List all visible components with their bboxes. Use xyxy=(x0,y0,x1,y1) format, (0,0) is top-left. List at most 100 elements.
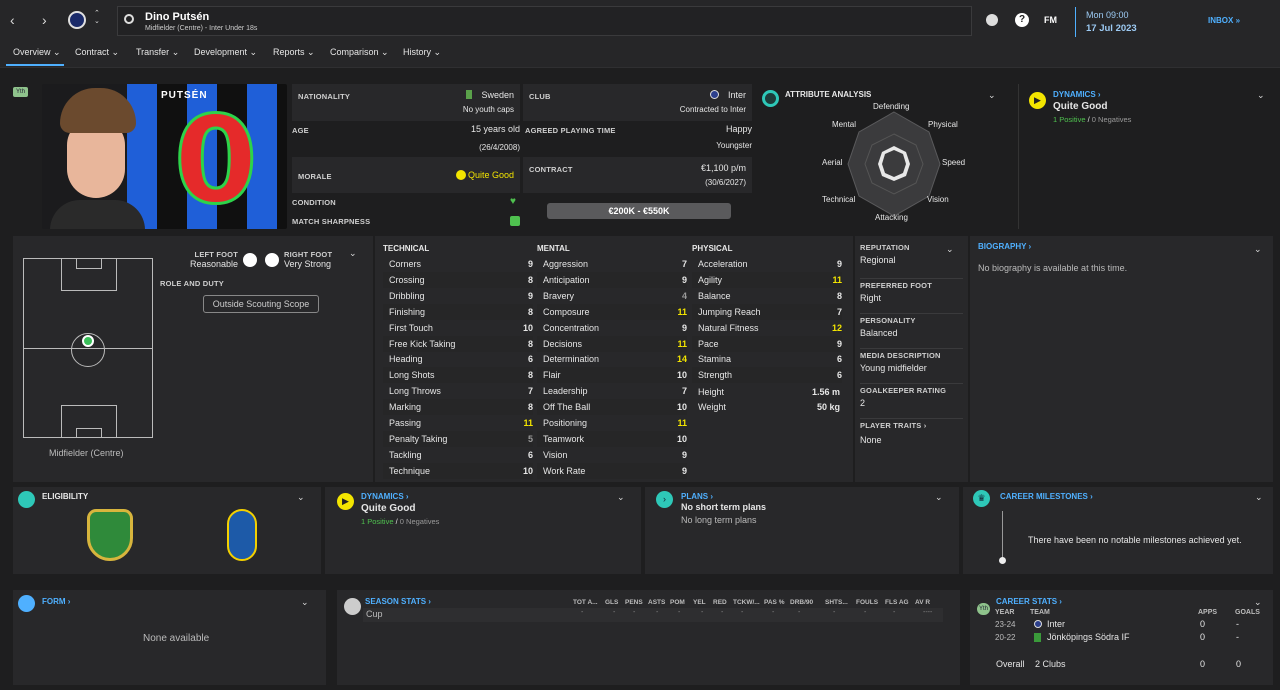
morale-cell[interactable]: MORALE Quite Good xyxy=(292,157,520,193)
season-stats-column[interactable]: POM xyxy=(670,599,685,606)
season-stats-column[interactable]: PAS % xyxy=(764,599,784,606)
tab-transfer[interactable]: Transfer ⌄ xyxy=(136,47,179,58)
world-icon[interactable] xyxy=(986,14,998,26)
season-stats-column[interactable]: SHTS... xyxy=(825,599,848,606)
career-stats-link[interactable]: CAREER STATS › xyxy=(996,597,1062,606)
form-link[interactable]: FORM › xyxy=(42,597,70,606)
attribute-row[interactable]: Decisions 11 xyxy=(537,335,687,352)
attribute-row[interactable]: Marking 8 xyxy=(383,399,533,416)
season-stats-column[interactable]: ASTS xyxy=(648,599,665,606)
attribute-row[interactable]: Vision 9 xyxy=(537,447,687,463)
attribute-row[interactable]: Jumping Reach 7 xyxy=(692,303,842,320)
chevron-down-icon[interactable]: ⌄ xyxy=(1257,90,1265,101)
attribute-row[interactable]: Long Shots 8 xyxy=(383,367,533,384)
season-stats-column[interactable]: TOT A... xyxy=(573,599,598,606)
fm-menu[interactable]: FM xyxy=(1044,15,1057,25)
attribute-row[interactable]: Positioning 11 xyxy=(537,415,687,431)
attribute-row[interactable]: Corners 9 xyxy=(383,256,533,272)
attribute-row[interactable]: Leadership 7 xyxy=(537,383,687,399)
back-icon[interactable]: ‹ xyxy=(10,12,15,28)
chevron-down-icon[interactable]: ⌄ xyxy=(349,248,357,259)
club-switch-icon[interactable]: ⌃ ⌄ xyxy=(94,10,100,26)
club-eligibility-icon[interactable] xyxy=(87,509,133,561)
plans-link[interactable]: PLANS › xyxy=(681,492,713,501)
attribute-row[interactable]: Bravery 4 xyxy=(537,288,687,304)
attribute-row[interactable]: Flair 10 xyxy=(537,367,687,384)
attribute-row[interactable]: Long Throws 7 xyxy=(383,383,533,399)
attribute-row[interactable]: Technique 10 xyxy=(383,462,533,479)
attribute-row[interactable]: Free Kick Taking 8 xyxy=(383,335,533,352)
chevron-down-icon[interactable]: ⌄ xyxy=(617,492,625,503)
biography-link[interactable]: BIOGRAPHY › xyxy=(978,242,1031,251)
nationality-value[interactable]: Sweden xyxy=(481,90,514,100)
date-widget[interactable]: Mon 09:00 17 Jul 2023 xyxy=(1075,7,1169,37)
value-range[interactable]: €200K - €550K xyxy=(547,203,731,219)
attribute-row[interactable]: Anticipation 9 xyxy=(537,271,687,288)
season-stats-column[interactable]: FLS AG xyxy=(885,599,909,606)
attribute-row[interactable]: Off The Ball 10 xyxy=(537,399,687,416)
season-stats-column[interactable]: DRB/90 xyxy=(790,599,813,606)
chevron-down-icon[interactable]: ⌄ xyxy=(1254,597,1262,608)
attribute-row[interactable]: Acceleration 9 xyxy=(692,256,842,272)
chevron-down-icon[interactable]: ⌄ xyxy=(1254,244,1262,255)
attribute-row[interactable]: First Touch 10 xyxy=(383,320,533,336)
attribute-row[interactable]: Pace 9 xyxy=(692,335,842,352)
attribute-row[interactable]: Dribbling 9 xyxy=(383,288,533,304)
attribute-row[interactable]: Teamwork 10 xyxy=(537,430,687,447)
player-subtitle: Midfielder (Centre) - Inter Under 18s xyxy=(145,25,258,32)
attribute-row[interactable]: Passing 11 xyxy=(383,415,533,431)
attribute-row[interactable]: Work Rate 9 xyxy=(537,462,687,479)
help-icon[interactable]: ? xyxy=(1015,13,1029,27)
attribute-row[interactable]: Crossing 8 xyxy=(383,271,533,288)
season-stats-column[interactable]: FOULS xyxy=(856,599,878,606)
tab-contract[interactable]: Contract ⌄ xyxy=(75,47,119,58)
attribute-row[interactable]: Agility 11 xyxy=(692,271,842,288)
chevron-down-icon[interactable]: ⌄ xyxy=(946,244,954,255)
attribute-value: 9 xyxy=(836,338,842,349)
attribute-row[interactable]: Heading 6 xyxy=(383,351,533,367)
forward-icon[interactable]: › xyxy=(42,12,47,28)
scouting-button[interactable]: Outside Scouting Scope xyxy=(203,295,319,313)
milestones-link[interactable]: CAREER MILESTONES › xyxy=(1000,492,1093,501)
tab-reports[interactable]: Reports ⌄ xyxy=(273,47,315,58)
season-stats-column[interactable]: AV R xyxy=(915,599,930,606)
attribute-row[interactable]: Tackling 6 xyxy=(383,447,533,463)
tab-overview[interactable]: Overview ⌄ xyxy=(6,40,64,66)
tab-development[interactable]: Development ⌄ xyxy=(194,47,257,58)
attribute-row[interactable]: Concentration 9 xyxy=(537,320,687,336)
attribute-row[interactable]: Natural Fitness 12 xyxy=(692,320,842,336)
attribute-row[interactable]: Finishing 8 xyxy=(383,303,533,320)
player-traits-link[interactable]: PLAYER TRAITS › xyxy=(860,421,963,430)
season-stats-column[interactable]: TCKW/... xyxy=(733,599,760,606)
career-row[interactable]: 20-22 Jönköpings Södra IF 0 - xyxy=(995,632,1265,645)
chevron-down-icon[interactable]: ⌄ xyxy=(1255,492,1263,503)
season-stats-row[interactable]: Cup - - - - - - - - - - - - - ---- xyxy=(363,608,943,622)
season-stats-link[interactable]: SEASON STATS › xyxy=(365,597,431,606)
tab-history[interactable]: History ⌄ xyxy=(403,47,441,58)
career-row[interactable]: 23-24 Inter 0 - xyxy=(995,619,1265,632)
tab-comparison[interactable]: Comparison ⌄ xyxy=(330,47,389,58)
dynamics-link[interactable]: DYNAMICS › xyxy=(1053,90,1101,99)
nation-eligibility-icon[interactable] xyxy=(227,509,257,561)
season-stats-column[interactable]: YEL xyxy=(693,599,706,606)
attribute-row[interactable]: Penalty Taking 5 xyxy=(383,430,533,447)
attribute-row[interactable]: Composure 11 xyxy=(537,303,687,320)
attribute-row[interactable]: Strength 6 xyxy=(692,367,842,384)
attribute-row[interactable]: Determination 14 xyxy=(537,351,687,367)
chevron-down-icon[interactable]: ⌄ xyxy=(988,90,996,101)
search-box[interactable]: Dino Putsén Midfielder (Centre) - Inter … xyxy=(117,6,972,36)
season-stats-column[interactable]: PENS xyxy=(625,599,643,606)
contract-cell[interactable]: CONTRACT €1,100 p/m (30/6/2027) xyxy=(523,157,752,193)
attribute-row[interactable]: Aggression 7 xyxy=(537,256,687,272)
season-stats-column[interactable]: GLS xyxy=(605,599,618,606)
inbox-button[interactable]: INBOX » xyxy=(1208,16,1240,25)
attribute-row[interactable]: Balance 8 xyxy=(692,288,842,304)
attribute-row[interactable]: Stamina 6 xyxy=(692,351,842,367)
club-crest-icon[interactable] xyxy=(68,11,86,29)
chevron-down-icon[interactable]: ⌄ xyxy=(301,597,309,608)
chevron-down-icon[interactable]: ⌄ xyxy=(297,492,305,503)
chevron-down-icon[interactable]: ⌄ xyxy=(935,492,943,503)
club-value[interactable]: Inter xyxy=(728,90,746,100)
season-stats-column[interactable]: RED xyxy=(713,599,727,606)
dynamics-link[interactable]: DYNAMICS › xyxy=(361,492,409,501)
